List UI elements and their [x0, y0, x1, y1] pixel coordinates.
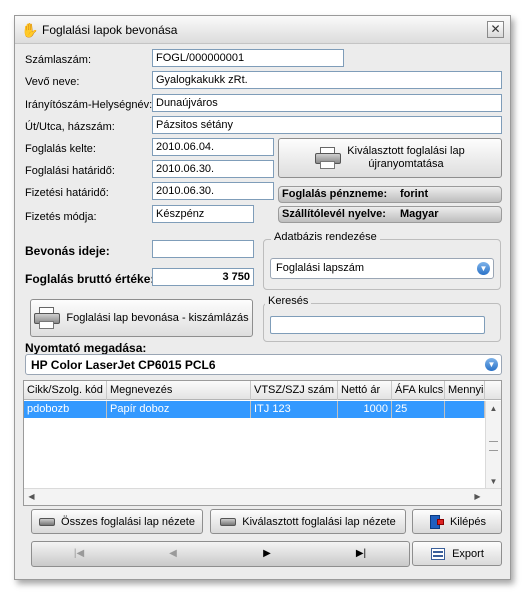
printer-icon: [220, 515, 237, 529]
fizmod-field[interactable]: Készpénz: [152, 205, 254, 223]
printer-select-value: HP Color LaserJet CP6015 PCL6: [31, 358, 216, 372]
scroll-up-icon[interactable]: ▲: [486, 401, 501, 416]
cell-afa: 25: [392, 401, 445, 418]
record-navigator: |◀ ◀ ▶ ▶|: [31, 541, 410, 567]
adatbazis-title: Adatbázis rendezése: [271, 231, 380, 243]
kelte-label: Foglalás kelte:: [25, 143, 96, 155]
szamlaszam-field[interactable]: FOGL/000000001: [152, 49, 344, 67]
column-header[interactable]: Cikk/Szolg. kód: [24, 381, 107, 400]
brutto-label: Foglalás bruttó értéke:: [25, 272, 155, 286]
items-table[interactable]: Cikk/Szolg. kód Megnevezés VTSZ/SZJ szám…: [23, 380, 502, 506]
cell-netto: 1000: [338, 401, 392, 418]
reprint-label-line2: újranyomtatása: [368, 158, 444, 170]
bevonas-button-label: Foglalási lap bevonása - kiszámlázás: [66, 312, 249, 324]
nyelv-value: Magyar: [400, 208, 439, 220]
previous-record-icon[interactable]: ◀: [126, 542, 220, 566]
dialog-window: ✋ Foglalási lapok bevonása ✕ Számlaszám:…: [14, 15, 511, 580]
bevonas-label: Bevonás ideje:: [25, 244, 110, 258]
szamlaszam-label: Számlaszám:: [25, 54, 92, 66]
printer-icon: [39, 515, 56, 529]
exit-door-icon: [428, 514, 444, 529]
bevonas-field[interactable]: [152, 240, 254, 258]
fizhatarido-label: Fizetési határidő:: [25, 187, 109, 199]
view-selected-button[interactable]: Kiválasztott foglalási lap nézete: [210, 509, 406, 534]
fizmod-label: Fizetés módja:: [25, 211, 97, 223]
next-record-icon[interactable]: ▶: [220, 542, 314, 566]
penznem-label: Foglalás pénzneme:: [282, 188, 388, 200]
view-all-button[interactable]: Összes foglalási lap nézete: [31, 509, 203, 534]
chevron-down-icon: ▼: [485, 358, 498, 371]
nyelv-badge[interactable]: Szállítólevél nyelve: Magyar: [278, 206, 502, 223]
bevonas-kiszamlazas-button[interactable]: Foglalási lap bevonása - kiszámlázás: [30, 299, 253, 337]
exit-button[interactable]: Kilépés: [412, 509, 502, 534]
column-header[interactable]: ÁFA kulcs: [392, 381, 445, 400]
irsz-label: Irányítószám-Helységnév:: [25, 99, 153, 111]
vevo-field[interactable]: Gyalogkakukk zRt.: [152, 71, 502, 89]
scroll-down-icon[interactable]: ▼: [486, 474, 501, 489]
column-header[interactable]: Mennyis: [445, 381, 485, 400]
export-button[interactable]: Export: [412, 541, 502, 566]
cell-megnevezes: Papír doboz: [107, 401, 251, 418]
reprint-label-line1: Kiválasztott foglalási lap: [347, 145, 465, 157]
hatarido-field[interactable]: 2010.06.30.: [152, 160, 274, 178]
export-label: Export: [452, 547, 484, 560]
utca-field[interactable]: Pázsitos sétány: [152, 116, 502, 134]
horizontal-scrollbar[interactable]: ◀ ▶: [24, 488, 501, 505]
last-record-icon[interactable]: ▶|: [314, 542, 408, 566]
fizhatarido-field[interactable]: 2010.06.30.: [152, 182, 274, 200]
cell-kod: pdobozb: [24, 401, 107, 418]
column-header[interactable]: Megnevezés: [107, 381, 251, 400]
close-button[interactable]: ✕: [487, 21, 504, 38]
reprint-selected-button[interactable]: Kiválasztott foglalási lap újranyomtatás…: [278, 138, 502, 178]
utca-label: Út/Utca, házszám:: [25, 121, 115, 133]
sort-select-value: Foglalási lapszám: [276, 262, 365, 274]
column-header[interactable]: Nettó ár: [338, 381, 392, 400]
vevo-label: Vevő neve:: [25, 76, 80, 88]
sort-select[interactable]: Foglalási lapszám ▼: [270, 258, 494, 279]
search-input[interactable]: [270, 316, 485, 334]
scroll-right-icon[interactable]: ▶: [470, 489, 485, 504]
window-title: Foglalási lapok bevonása: [42, 23, 178, 37]
vertical-scrollbar[interactable]: ▲ ▼: [485, 401, 501, 489]
app-icon: ✋: [21, 22, 39, 38]
kelte-field[interactable]: 2010.06.04.: [152, 138, 274, 156]
title-bar: ✋ Foglalási lapok bevonása ✕: [15, 16, 510, 44]
hatarido-label: Foglalási határidő:: [25, 165, 115, 177]
scroll-left-icon[interactable]: ◀: [24, 489, 39, 504]
nyelv-label: Szállítólevél nyelve:: [282, 208, 386, 220]
table-header: Cikk/Szolg. kód Megnevezés VTSZ/SZJ szám…: [24, 381, 501, 400]
table-row[interactable]: pdobozb Papír doboz ITJ 123 1000 25: [24, 401, 485, 418]
cell-vtsz: ITJ 123: [251, 401, 338, 418]
exit-label: Kilépés: [449, 515, 487, 528]
view-all-label: Összes foglalási lap nézete: [61, 515, 195, 528]
penznem-value: forint: [400, 188, 429, 200]
printer-select[interactable]: HP Color LaserJet CP6015 PCL6 ▼: [25, 354, 502, 375]
first-record-icon[interactable]: |◀: [32, 542, 126, 566]
printer-icon: [34, 307, 61, 329]
chevron-down-icon: ▼: [477, 262, 490, 275]
view-selected-label: Kiválasztott foglalási lap nézete: [242, 515, 396, 528]
scroll-grip[interactable]: [489, 441, 498, 451]
cell-mennyiseg: [445, 401, 485, 418]
penznem-badge: Foglalás pénzneme: forint: [278, 186, 502, 203]
column-header[interactable]: VTSZ/SZJ szám: [251, 381, 338, 400]
printer-label: Nyomtató megadása:: [25, 341, 147, 355]
reprint-label: Kiválasztott foglalási lap újranyomtatás…: [347, 145, 464, 171]
kereses-title: Keresés: [265, 295, 312, 307]
irsz-field[interactable]: Dunaújváros: [152, 94, 502, 112]
export-icon: [430, 547, 446, 561]
printer-icon: [315, 147, 342, 169]
brutto-field: 3 750: [152, 268, 254, 286]
